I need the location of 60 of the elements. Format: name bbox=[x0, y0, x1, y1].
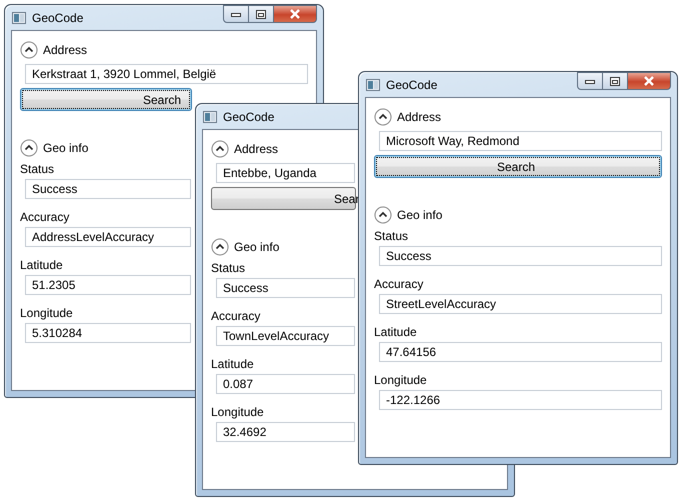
app-icon bbox=[366, 78, 380, 90]
output-field[interactable]: Success bbox=[379, 246, 662, 266]
output-field[interactable]: StreetLevelAccuracy bbox=[379, 294, 662, 314]
expander-button[interactable] bbox=[211, 140, 229, 158]
minimize-button[interactable] bbox=[577, 72, 603, 90]
section-header: Address bbox=[43, 43, 88, 57]
field-label: Status bbox=[211, 261, 246, 275]
address-field[interactable]: Microsoft Way, Redmond bbox=[379, 131, 662, 151]
output-field[interactable]: -122.1266 bbox=[379, 390, 662, 410]
search-button[interactable]: Sear bbox=[211, 187, 356, 210]
minimize-icon bbox=[585, 78, 595, 84]
field-label: Latitude bbox=[211, 357, 254, 371]
expander-button[interactable] bbox=[20, 41, 38, 59]
search-button[interactable]: Search bbox=[374, 155, 662, 178]
field-label: Accuracy bbox=[374, 277, 424, 291]
field-label: Latitude bbox=[20, 258, 63, 272]
expander-button[interactable] bbox=[374, 108, 392, 126]
minimize-icon bbox=[231, 11, 241, 17]
section-header: Address bbox=[397, 110, 442, 124]
output-field[interactable]: Success bbox=[216, 278, 355, 298]
address-field[interactable]: Entebbe, Uganda bbox=[216, 163, 355, 183]
close-button[interactable] bbox=[274, 5, 317, 23]
field-label: Longitude bbox=[211, 405, 264, 419]
app-icon bbox=[203, 110, 217, 122]
section-header: Address bbox=[234, 142, 278, 156]
search-button[interactable]: Search bbox=[20, 88, 192, 111]
expander-button[interactable] bbox=[20, 139, 38, 157]
maximize-icon bbox=[610, 76, 620, 86]
field-label: Status bbox=[20, 162, 54, 176]
maximize-button[interactable] bbox=[603, 72, 628, 90]
close-icon bbox=[643, 76, 655, 86]
field-label: Accuracy bbox=[20, 210, 70, 224]
output-field[interactable]: 0.087 bbox=[216, 374, 355, 394]
maximize-button[interactable] bbox=[249, 5, 274, 23]
output-field[interactable]: 47.64156 bbox=[379, 342, 662, 362]
expander-button[interactable] bbox=[211, 238, 229, 256]
section-header: Geo info bbox=[234, 240, 280, 254]
window-title: GeoCode bbox=[223, 110, 274, 124]
output-field[interactable]: 51.2305 bbox=[25, 275, 191, 295]
section-header: Geo info bbox=[43, 141, 88, 155]
field-label: Longitude bbox=[374, 373, 427, 387]
expander-button[interactable] bbox=[374, 206, 392, 224]
field-label: Longitude bbox=[20, 306, 73, 320]
maximize-icon bbox=[256, 10, 266, 18]
output-field[interactable]: Success bbox=[25, 179, 191, 199]
output-field[interactable]: TownLevelAccuracy bbox=[216, 326, 355, 346]
output-field[interactable]: 32.4692 bbox=[216, 422, 355, 442]
close-button[interactable] bbox=[628, 72, 671, 90]
window-title: GeoCode bbox=[32, 10, 84, 24]
field-label: Status bbox=[374, 229, 408, 243]
field-label: Accuracy bbox=[211, 309, 260, 323]
close-icon bbox=[289, 9, 301, 19]
app-icon bbox=[12, 12, 26, 24]
section-header: Geo info bbox=[397, 208, 442, 222]
window-title: GeoCode bbox=[386, 78, 438, 92]
address-field[interactable]: Kerkstraat 1, 3920 Lommel, België bbox=[25, 64, 308, 84]
output-field[interactable]: AddressLevelAccuracy bbox=[25, 227, 191, 247]
minimize-button[interactable] bbox=[223, 5, 249, 23]
output-field[interactable]: 5.310284 bbox=[25, 323, 191, 343]
field-label: Latitude bbox=[374, 325, 417, 339]
